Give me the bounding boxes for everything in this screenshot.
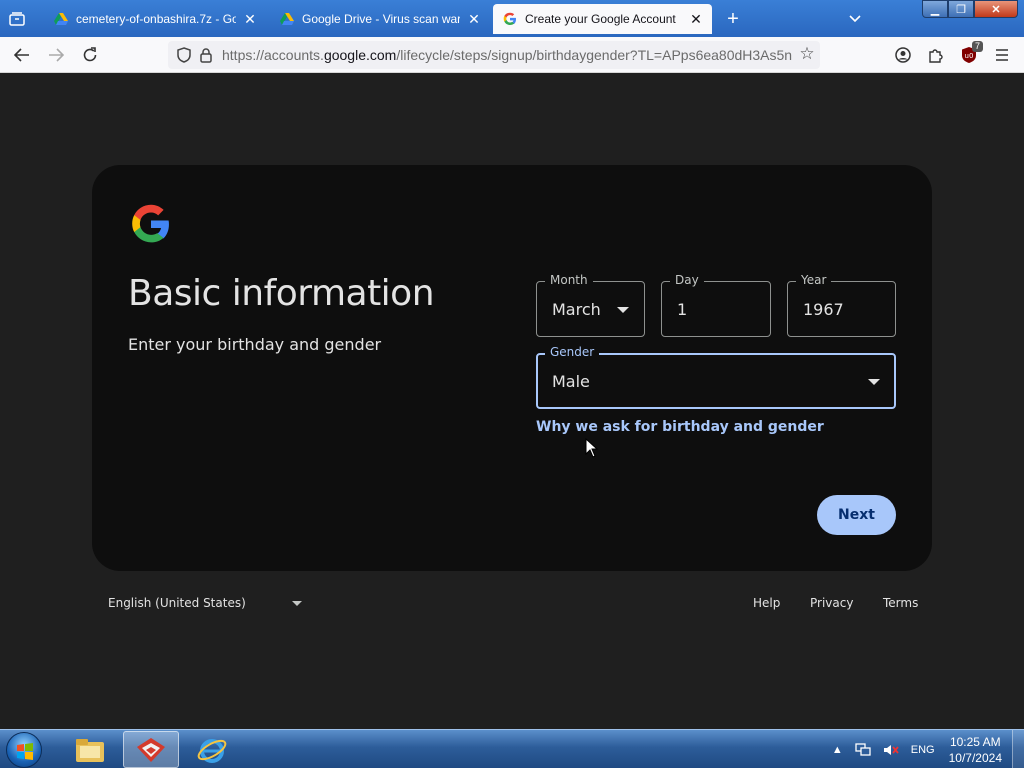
windows-logo-icon [17, 743, 33, 760]
tab-create-google-account[interactable]: Create your Google Account ✕ [493, 4, 712, 34]
system-clock[interactable]: 10:25 AM 10/7/2024 [949, 734, 1002, 766]
help-link[interactable]: Help [753, 596, 780, 610]
hamburger-menu-icon[interactable] [991, 44, 1013, 66]
next-button[interactable]: Next [817, 495, 896, 535]
network-icon[interactable] [855, 742, 871, 757]
day-value: 1 [677, 300, 688, 319]
back-arrow-icon[interactable] [10, 43, 34, 67]
window-close-icon[interactable]: ✕ [974, 0, 1018, 18]
google-drive-icon [280, 13, 294, 25]
account-icon[interactable] [892, 44, 914, 66]
extensions-puzzle-icon[interactable] [925, 44, 947, 66]
folder-icon [76, 738, 104, 762]
browser-app-icon [137, 737, 165, 762]
page-subtitle: Enter your birthday and gender [128, 335, 382, 354]
browser-taskbar-button[interactable] [123, 731, 179, 768]
day-label: Day [670, 273, 704, 287]
extension-badge: 7 [972, 41, 984, 52]
year-value: 1967 [803, 300, 844, 319]
dropdown-caret-icon [868, 379, 880, 385]
clock-date: 10/7/2024 [948, 750, 1002, 765]
navigation-toolbar: https://accounts.google.com/lifecycle/st… [0, 37, 1024, 73]
close-icon[interactable]: ✕ [466, 11, 482, 27]
reload-icon[interactable] [78, 43, 102, 67]
chevron-down-icon[interactable] [844, 8, 866, 30]
minimize-icon[interactable]: ▁ [922, 0, 948, 18]
tab-title: Create your Google Account [525, 12, 676, 26]
url-domain: google.com [323, 47, 397, 63]
file-explorer-taskbar-button[interactable] [62, 731, 118, 768]
year-input[interactable]: Year 1967 [787, 273, 896, 337]
google-drive-icon [54, 13, 68, 25]
google-logo-icon [132, 204, 169, 243]
dropdown-caret-icon [617, 307, 629, 313]
forward-arrow-icon[interactable] [44, 43, 68, 67]
month-label: Month [545, 273, 593, 287]
mouse-cursor-icon [585, 438, 599, 458]
input-language-indicator[interactable]: ENG [911, 744, 935, 756]
gender-label: Gender [545, 345, 600, 359]
close-icon[interactable]: ✕ [688, 11, 704, 27]
page-title: Basic information [128, 273, 435, 314]
internet-explorer-icon [197, 738, 227, 763]
clock-time: 10:25 AM [949, 734, 1001, 749]
privacy-link[interactable]: Privacy [810, 596, 853, 610]
maximize-icon[interactable]: ❐ [948, 0, 974, 18]
tab-cemetery-download[interactable]: cemetery-of-onbashira.7z - Goo ✕ [44, 4, 266, 34]
url-prefix: https://accounts. [222, 47, 324, 63]
google-g-icon [503, 12, 516, 25]
language-label: English (United States) [108, 596, 246, 610]
page-content: Basic information Enter your birthday an… [0, 74, 1024, 729]
close-icon[interactable]: ✕ [242, 11, 258, 27]
dropdown-caret-icon [291, 600, 302, 606]
tray-overflow-arrow-icon[interactable]: ▲ [832, 744, 843, 756]
tab-list-icon[interactable] [6, 8, 28, 30]
terms-link[interactable]: Terms [883, 596, 918, 610]
system-tray: ▲ ENG 10:25 AM 10/7/2024 [826, 730, 1024, 768]
gender-value: Male [552, 372, 590, 391]
day-input[interactable]: Day 1 [661, 273, 771, 337]
window-controls: ▁ ❐ ✕ [922, 0, 1018, 18]
shield-icon[interactable] [174, 45, 194, 65]
volume-muted-icon[interactable] [883, 743, 899, 757]
windows-taskbar: ▲ ENG 10:25 AM 10/7/2024 [0, 729, 1024, 768]
year-label: Year [796, 273, 832, 287]
tab-drive-virus-scan[interactable]: Google Drive - Virus scan warni ✕ [270, 4, 490, 34]
url-path: /lifecycle/steps/signup/birthdaygender?T… [396, 47, 792, 63]
address-bar[interactable]: https://accounts.google.com/lifecycle/st… [168, 41, 820, 69]
svg-text:u0: u0 [965, 52, 974, 60]
url-text[interactable]: https://accounts.google.com/lifecycle/st… [222, 47, 792, 63]
show-desktop-button[interactable] [1012, 730, 1024, 768]
tab-title: cemetery-of-onbashira.7z - Goo [76, 12, 236, 26]
month-value: March [552, 300, 601, 319]
why-birthday-gender-link[interactable]: Why we ask for birthday and gender [536, 419, 824, 435]
tab-title: Google Drive - Virus scan warni [302, 12, 460, 26]
internet-explorer-taskbar-button[interactable] [184, 731, 240, 768]
month-select[interactable]: Month March [536, 273, 645, 337]
language-selector[interactable]: English (United States) [108, 596, 302, 610]
bookmark-star-icon[interactable]: ☆ [796, 43, 818, 65]
browser-title-bar: cemetery-of-onbashira.7z - Goo ✕ Google … [0, 0, 1024, 37]
start-button[interactable] [6, 732, 42, 768]
new-tab-plus-icon[interactable]: + [722, 8, 744, 30]
gender-select[interactable]: Gender Male [536, 345, 896, 409]
lock-icon[interactable] [196, 45, 216, 65]
signup-card: Basic information Enter your birthday an… [92, 165, 932, 571]
